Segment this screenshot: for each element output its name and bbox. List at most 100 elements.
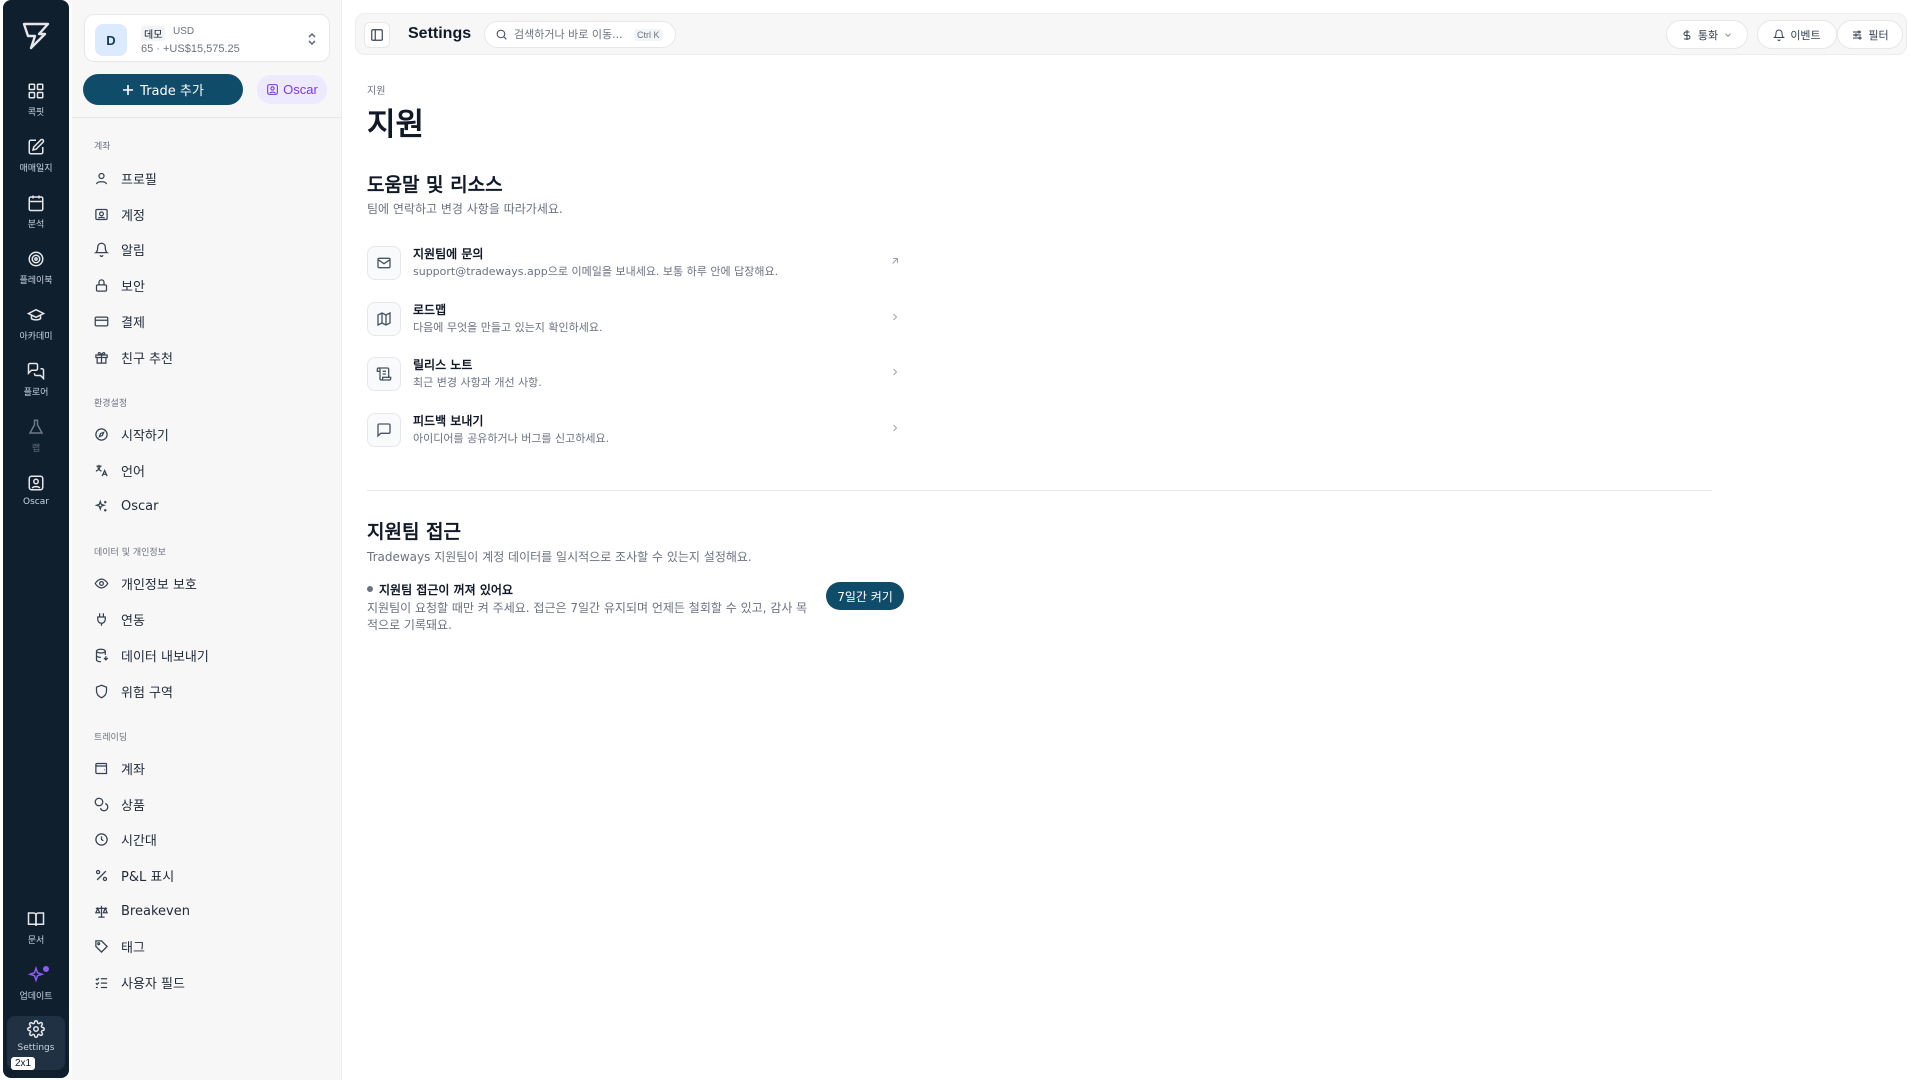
section-label-preferences: 환경설정 xyxy=(94,399,128,409)
nav-item-instruments[interactable]: 상품 xyxy=(88,789,328,819)
nav-item-label: 위험 구역 xyxy=(121,685,173,701)
nav-item-breakeven[interactable]: Breakeven xyxy=(88,896,328,926)
rail-item-playbook[interactable]: 플레이북 xyxy=(7,246,65,300)
rail-item-label: 업데이트 xyxy=(19,992,53,1002)
section-label-account: 계좌 xyxy=(94,142,111,152)
nav-item-data-export[interactable]: 데이터 내보내기 xyxy=(88,640,328,670)
compass-icon xyxy=(95,427,108,441)
rail-item-label: 아카데미 xyxy=(19,332,53,342)
nav-item-label: 보안 xyxy=(121,279,145,295)
rail-item-academy[interactable]: 아카데미 xyxy=(7,302,65,356)
rail-item-label: Oscar xyxy=(23,497,49,507)
rail-item-label: 랩 xyxy=(31,444,41,454)
currency-button[interactable]: 통화 xyxy=(1666,20,1748,49)
scroll-icon xyxy=(367,357,401,391)
coins-icon xyxy=(94,797,109,811)
resource-release-notes[interactable]: 릴리스 노트 최근 변경 사항과 개선 사항. xyxy=(365,349,905,395)
nav-item-oscar[interactable]: Oscar xyxy=(88,491,328,521)
page-title-topbar: Settings xyxy=(408,25,472,42)
section-label-data-privacy: 데이터 및 개인정보 xyxy=(94,548,166,558)
oscar-button[interactable]: Oscar xyxy=(257,75,327,104)
book-icon xyxy=(27,912,45,926)
chevron-down-icon xyxy=(1725,32,1731,37)
rail-item-label: 플레이북 xyxy=(19,276,53,286)
nav-item-timezone[interactable]: 시간대 xyxy=(88,824,328,854)
nav-item-trading-accounts[interactable]: 계좌 xyxy=(88,753,328,783)
filter-label: 필터 xyxy=(1868,28,1889,42)
search-shortcut: Ctrl K xyxy=(634,28,663,41)
rail-item-label: 콕핏 xyxy=(27,108,45,118)
nav-item-custom-fields[interactable]: 사용자 필드 xyxy=(88,967,328,997)
nav-item-tags[interactable]: 태그 xyxy=(88,931,328,961)
map-icon xyxy=(367,302,401,336)
page-title: 지원 xyxy=(367,107,425,143)
search-box[interactable]: Ctrl K xyxy=(484,21,676,48)
rail-item-journal[interactable]: 매매일지 xyxy=(7,134,65,188)
nav-item-label: 상품 xyxy=(121,798,145,814)
rail-item-lab[interactable]: 랩 xyxy=(7,414,65,468)
size-badge: 2x1 xyxy=(11,1057,36,1070)
target-icon xyxy=(28,251,44,267)
chevron-right-icon xyxy=(893,368,898,376)
message-icon xyxy=(367,413,401,447)
resource-title: 릴리스 노트 xyxy=(413,358,473,372)
add-trade-button[interactable]: Trade 추가 xyxy=(83,74,243,105)
sidebar-toggle-icon xyxy=(371,29,383,41)
nav-item-label: 결제 xyxy=(121,315,145,331)
resource-roadmap[interactable]: 로드맵 다음에 무엇을 만들고 있는지 확인하세요. xyxy=(365,294,905,340)
mail-icon xyxy=(367,246,401,280)
chat-icon xyxy=(27,362,45,380)
nav-item-profile[interactable]: 프로필 xyxy=(88,163,328,193)
nav-item-label: 사용자 필드 xyxy=(121,976,185,992)
nav-item-getting-started[interactable]: 시작하기 xyxy=(88,419,328,449)
sidebar-toggle-button[interactable] xyxy=(364,22,390,48)
dollar-icon xyxy=(1683,29,1691,40)
rail-item-oscar[interactable]: Oscar xyxy=(7,470,65,524)
rail-item-updates[interactable]: 업데이트 xyxy=(7,962,65,1016)
nav-item-billing[interactable]: 결제 xyxy=(88,306,328,336)
nav-item-referral[interactable]: 친구 추천 xyxy=(88,342,328,372)
account-switcher[interactable]: D 데모 USD 65 · +US$15,575.25 xyxy=(84,14,330,62)
support-access-description: 지원팀이 요청할 때만 켜 주세요. 접근은 7일간 유지되며 언제든 철회할 … xyxy=(367,601,808,632)
nav-item-language[interactable]: 언어 xyxy=(88,455,328,485)
resource-desc: support@tradeways.app으로 이메일을 보내세요. 보통 하루… xyxy=(413,265,779,278)
resources-subtitle: 팀에 연락하고 변경 사항을 따라가세요. xyxy=(367,202,563,216)
wallet-icon xyxy=(95,762,108,774)
resource-contact-support[interactable]: 지원팀에 문의 support@tradeways.app으로 이메일을 보내세… xyxy=(365,238,905,284)
resource-title: 지원팀에 문의 xyxy=(413,247,484,261)
list-checks-icon xyxy=(95,977,108,988)
translate-icon xyxy=(95,464,108,476)
rail-item-analysis[interactable]: 분석 xyxy=(7,190,65,244)
nav-item-label: Oscar xyxy=(121,498,159,514)
bell-icon xyxy=(94,242,109,257)
nav-item-label: 계좌 xyxy=(121,762,145,778)
rail-item-docs[interactable]: 문서 xyxy=(7,906,65,960)
bell-icon xyxy=(1773,29,1786,41)
resource-desc: 다음에 무엇을 만들고 있는지 확인하세요. xyxy=(413,321,603,334)
nav-item-notifications[interactable]: 알림 xyxy=(88,234,328,264)
status-indicator xyxy=(367,586,373,592)
enable-support-access-button[interactable]: 7일간 켜기 xyxy=(826,582,904,610)
nav-item-privacy[interactable]: 개인정보 보호 xyxy=(88,568,328,598)
nav-item-label: 계정 xyxy=(121,208,145,224)
filter-button[interactable]: 필터 xyxy=(1837,20,1903,49)
nav-item-integrations[interactable]: 연동 xyxy=(88,604,328,634)
app-logo-icon[interactable] xyxy=(21,20,51,50)
search-input[interactable] xyxy=(514,28,634,41)
rail-item-floor[interactable]: 플로어 xyxy=(7,358,65,412)
sparkles-icon xyxy=(94,499,107,511)
nav-item-danger-zone[interactable]: 위험 구역 xyxy=(88,676,328,706)
external-link-icon xyxy=(892,258,898,264)
nav-item-label: 개인정보 보호 xyxy=(121,577,197,593)
rail-item-cockpit[interactable]: 콕핏 xyxy=(7,78,65,132)
account-balance: 65 · +US$15,575.25 xyxy=(141,43,240,55)
flask-icon xyxy=(28,419,44,434)
nav-item-pnl-display[interactable]: P&L 표시 xyxy=(88,860,328,890)
calendar-icon xyxy=(28,195,44,212)
events-button[interactable]: 이벤트 xyxy=(1757,20,1837,49)
percent-icon xyxy=(95,869,108,881)
nav-item-account[interactable]: 계정 xyxy=(88,199,328,229)
shield-icon xyxy=(95,684,108,698)
resource-send-feedback[interactable]: 피드백 보내기 아이디어를 공유하거나 버그를 신고하세요. xyxy=(365,405,905,451)
nav-item-security[interactable]: 보안 xyxy=(88,270,328,300)
